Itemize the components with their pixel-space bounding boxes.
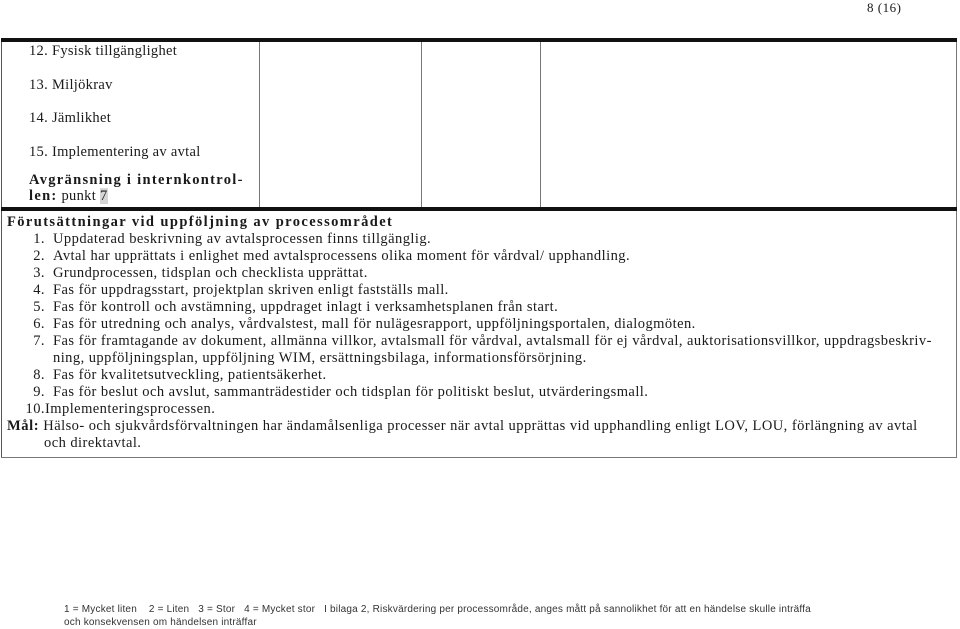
list-item: 3. Grundprocessen, tidsplan och checklist… <box>7 265 956 282</box>
item-text: Fas för beslut och avslut, sammanträdest… <box>53 384 649 400</box>
item-number: 7. <box>33 333 45 349</box>
footnote: 1 = Mycket liten 2 = Liten 3 = Stor 4 = … <box>64 603 811 629</box>
item-number: 4. <box>33 282 45 298</box>
list-item: 2. Avtal har upprättats i enlighet med av… <box>7 248 956 265</box>
item-number: 6. <box>33 316 45 332</box>
list-item: 1. Uppdaterad beskrivning av avtalsproces… <box>7 231 956 248</box>
list-item: 6. Fas för utredning och analys, vårdvals… <box>7 316 956 333</box>
item-number: 10. <box>25 401 45 417</box>
list-item: 9. Fas för beslut och avslut, sammanträde… <box>7 384 956 401</box>
empty-cell <box>421 38 541 211</box>
item-text: Avtal har upprättats i enlighet med avta… <box>53 248 631 264</box>
list-item: 10. Implementeringsprocessen. <box>7 401 956 418</box>
list-item: 12. Fysisk tillgänglighet <box>29 43 178 59</box>
table-row: Förutsättningar vid uppföljning av proce… <box>1 209 957 458</box>
empty-cell <box>540 38 957 211</box>
item-number: 5. <box>33 299 45 315</box>
footnote-line: och konsekvensen om händelsen inträffar <box>64 617 257 628</box>
list-item: 8. Fas för kvalitetsutveckling, patientsä… <box>7 367 956 384</box>
conditions-list: 1. Uppdaterad beskrivning av avtalsproces… <box>7 231 956 418</box>
list-item: 13. Miljökrav <box>29 76 113 93</box>
process-item-list: 12. Fysisk tillgänglighet 13. Miljökrav … <box>2 42 259 176</box>
limit-point: 7 <box>99 188 108 204</box>
item-text: Fas för kvalitetsutveckling, patientsäke… <box>53 367 327 383</box>
item-text: Implementeringsprocessen. <box>45 401 216 417</box>
goal-text-cont: och direktavtal. <box>44 435 142 451</box>
item-text: Fas för kontroll och avstämning, uppdrag… <box>53 299 559 315</box>
risk-table: 12. Fysisk tillgänglighet 13. Miljökrav … <box>1 38 957 458</box>
goal-statement: Mål: Hälso- och sjukvårdsförvaltningen h… <box>7 418 956 452</box>
item-number: 8. <box>33 367 45 383</box>
item-text: Uppdaterad beskrivning av avtalsprocesse… <box>53 231 432 247</box>
item-number: 9. <box>33 384 45 400</box>
item-number: 2. <box>33 248 45 264</box>
table-row: 12. Fysisk tillgänglighet 13. Miljökrav … <box>1 38 957 211</box>
item-number: 3. <box>33 265 45 281</box>
limit-label-cont: len: <box>29 188 58 204</box>
process-cell: 12. Fysisk tillgänglighet 13. Miljökrav … <box>1 38 260 211</box>
item-text: Fas för framtagande av dokument, allmänn… <box>53 333 932 366</box>
list-item: 5. Fas för kontroll och avstämning, uppdr… <box>7 299 956 316</box>
list-item: 4. Fas för uppdragsstart, projektplan skr… <box>7 282 956 299</box>
limit-label: Avgränsning i internkontrol- <box>29 172 244 188</box>
list-item: 7. Fas för framtagande av dokument, allmä… <box>7 333 956 367</box>
list-item: 15. Implementering av avtal <box>29 143 201 160</box>
footnote-line: 1 = Mycket liten 2 = Liten 3 = Stor 4 = … <box>64 604 811 615</box>
item-text: Fas för utredning och analys, vårdvalste… <box>53 316 696 332</box>
limit-text: punkt <box>61 188 97 204</box>
list-item: 14. Jämlikhet <box>29 110 112 126</box>
conditions-heading: Förutsättningar vid uppföljning av proce… <box>7 214 394 230</box>
item-number: 1. <box>33 231 45 247</box>
item-text: Fas för uppdragsstart, projektplan skriv… <box>53 282 449 298</box>
conditions-cell: Förutsättningar vid uppföljning av proce… <box>1 209 957 458</box>
item-text: Grundprocessen, tidsplan och checklista … <box>53 265 368 281</box>
empty-cell <box>259 38 422 211</box>
goal-text: Hälso- och sjukvårdsförvaltningen har än… <box>43 418 918 434</box>
internal-control-limit: Avgränsning i internkontrol- len: punkt … <box>2 172 259 204</box>
goal-label: Mål: <box>7 418 40 434</box>
page-number: 8 (16) <box>867 0 902 15</box>
